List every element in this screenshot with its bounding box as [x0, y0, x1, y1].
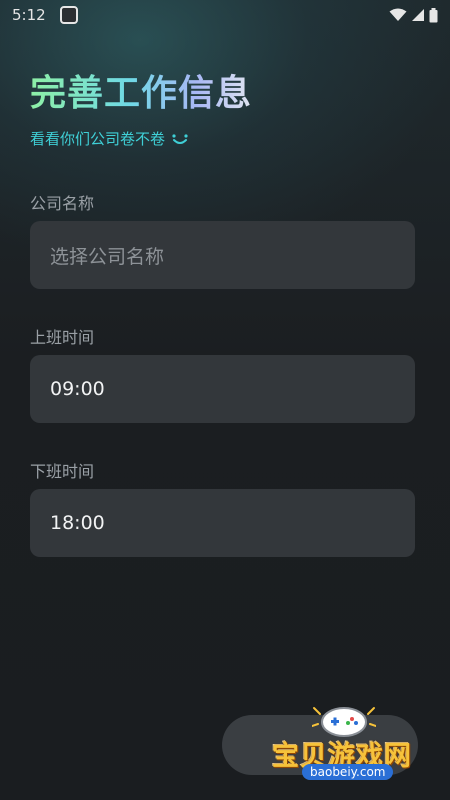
- company-select[interactable]: 选择公司名称: [30, 221, 415, 289]
- smile-icon: [172, 133, 188, 144]
- page-title: 完善工作信息: [30, 64, 252, 116]
- signal-icon: [412, 9, 424, 21]
- status-icons: [389, 7, 438, 23]
- status-time: 5:12: [12, 6, 46, 24]
- end-time-picker[interactable]: 18:00: [30, 489, 415, 557]
- watermark-url: baobeiy.com: [302, 764, 394, 780]
- start-time-label: 上班时间: [30, 328, 95, 347]
- page-subtitle: 看看你们公司卷不卷: [30, 128, 189, 149]
- subtitle-text: 看看你们公司卷不卷: [30, 130, 166, 148]
- wifi-icon: [389, 8, 407, 21]
- status-bar: 5:12: [0, 0, 450, 30]
- end-time-label: 下班时间: [30, 462, 95, 481]
- gamepad-logo-icon: [312, 707, 376, 737]
- watermark: 宝贝游戏网 baobeiy.com: [272, 707, 422, 788]
- battery-icon: [429, 7, 438, 22]
- company-label: 公司名称: [30, 194, 95, 213]
- app-notification-icon: [59, 6, 78, 24]
- start-time-picker[interactable]: 09:00: [30, 355, 415, 423]
